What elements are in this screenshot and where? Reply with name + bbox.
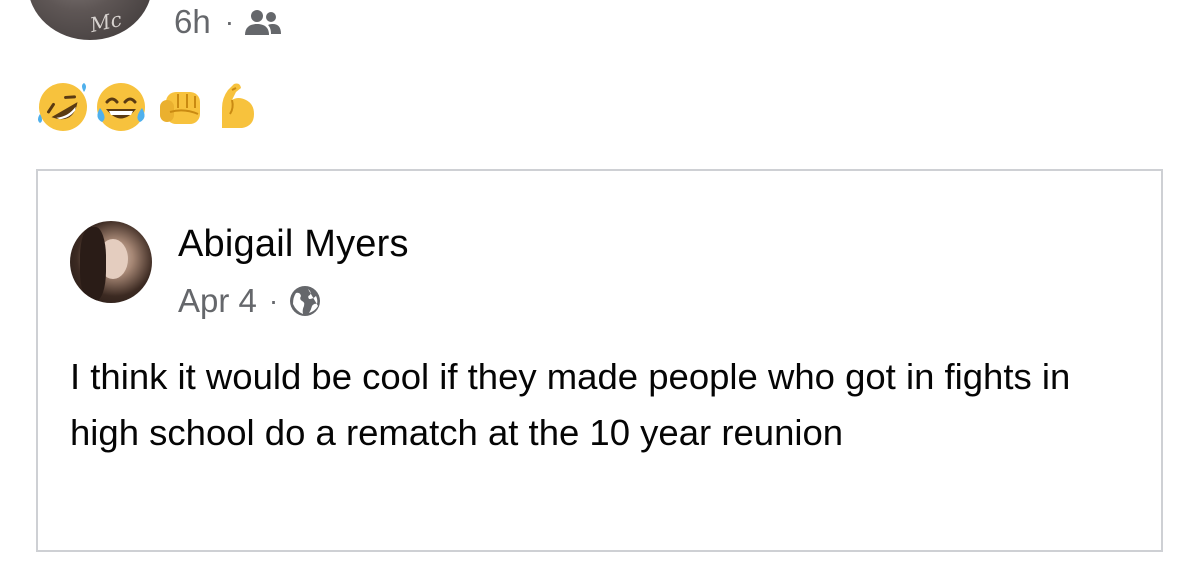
meta-separator: · <box>224 6 235 37</box>
shared-post-text: I think it would be cool if they made pe… <box>70 356 1071 453</box>
shared-post-meta: Apr 4 · <box>178 281 322 321</box>
post-timestamp[interactable]: 6h <box>174 2 211 42</box>
feed-page: Mc 6h · Abigail Myers Apr 4 · I think it… <box>0 0 1200 576</box>
shared-post-date[interactable]: Apr 4 <box>178 281 257 321</box>
post-emoji-text <box>34 78 266 136</box>
tears-of-joy-emoji <box>92 78 150 136</box>
flexed-biceps-emoji <box>208 78 266 136</box>
friends-icon[interactable] <box>244 7 282 37</box>
meta-separator: · <box>268 285 279 316</box>
author-avatar[interactable]: Mc <box>28 0 152 40</box>
oncoming-fist-emoji <box>150 78 208 136</box>
shared-author-name[interactable]: Abigail Myers <box>178 223 409 266</box>
globe-icon[interactable] <box>288 284 322 318</box>
rolling-on-floor-laughing-emoji <box>34 78 92 136</box>
shared-post-card[interactable]: Abigail Myers Apr 4 · I think it would b… <box>36 169 1163 552</box>
shared-author-avatar[interactable] <box>70 221 152 303</box>
post-meta: 6h · <box>174 2 282 42</box>
